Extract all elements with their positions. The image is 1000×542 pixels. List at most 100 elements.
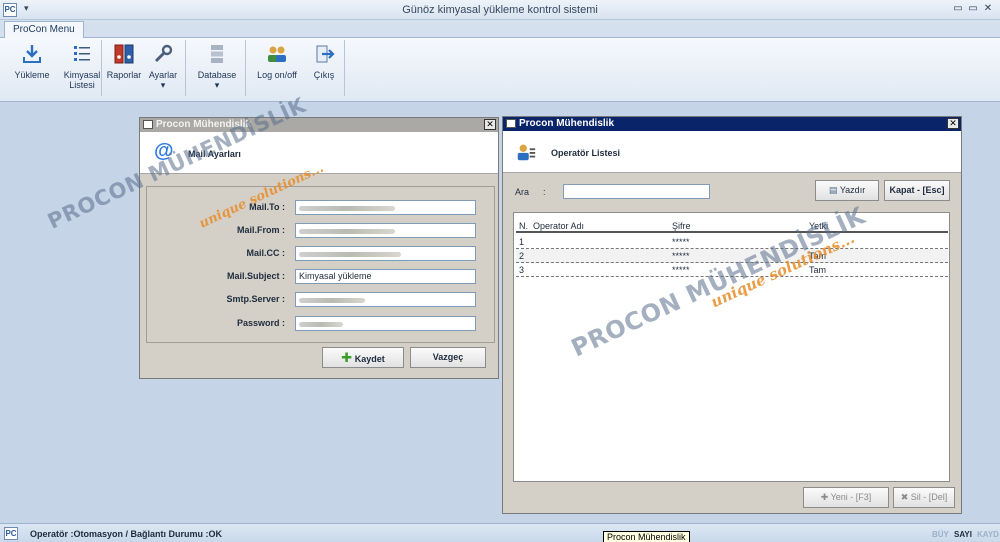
mail-settings-window: Procon Mühendislik ✕ @ Mail Ayarları Mai…: [139, 117, 499, 379]
mail-window-close-button[interactable]: ✕: [484, 119, 496, 130]
restore-button[interactable]: ▭: [967, 2, 979, 16]
ribbon-button-yukleme[interactable]: Yükleme: [14, 42, 50, 80]
mail-cc-label: Mail.CC :: [246, 248, 285, 258]
list-icon: [74, 46, 90, 61]
column-header-password[interactable]: Şifre: [672, 221, 691, 231]
chevron-down-icon: ▾: [160, 80, 166, 90]
row-number: 3: [519, 265, 525, 275]
ribbon: Yükleme Kimyasal Listesi Raporlar Ayarla…: [0, 38, 1000, 102]
ribbon-button-label: Database: [197, 70, 237, 80]
cancel-button[interactable]: Vazgeç: [410, 347, 486, 368]
tab-procon-menu[interactable]: ProCon Menu: [4, 21, 84, 39]
plus-icon: ✚: [820, 492, 829, 502]
table-row[interactable]: 1 *****: [516, 235, 948, 249]
mail-window-heading: Mail Ayarları: [188, 149, 241, 159]
ribbon-separator: [344, 40, 345, 96]
save-button-label: Kaydet: [354, 354, 385, 364]
row-password: *****: [672, 251, 690, 261]
search-input[interactable]: [563, 184, 710, 199]
redacted-value: [299, 322, 343, 327]
column-header-operator-name[interactable]: Operator Adı: [533, 221, 584, 231]
caps-indicator: BÜY: [932, 530, 949, 539]
smtp-server-label: Smtp.Server :: [226, 294, 285, 304]
close-list-button[interactable]: Kapat - [Esc]: [884, 180, 950, 201]
ribbon-separator: [101, 40, 102, 96]
window-title: Günöz kimyasal yükleme kontrol sistemi: [402, 4, 598, 16]
ribbon-button-log-on-off[interactable]: Log on/off: [254, 42, 300, 80]
mail-settings-form: Mail.To : Mail.From : Mail.CC : Mail.Sub…: [146, 186, 495, 343]
ribbon-button-raporlar[interactable]: Raporlar: [106, 42, 142, 80]
ribbon-separator: [245, 40, 246, 96]
close-window-button[interactable]: ✕: [982, 2, 994, 16]
minimize-button[interactable]: ▭: [952, 2, 964, 16]
delete-icon: ✖: [900, 492, 909, 502]
mail-from-input[interactable]: [295, 223, 476, 238]
status-text: Operatör :Otomasyon / Bağlantı Durumu :O…: [30, 529, 223, 539]
chevron-down-icon: ▾: [214, 80, 220, 90]
operator-window-heading: Operatör Listesi: [551, 148, 621, 158]
ribbon-button-database[interactable]: Database ▾: [196, 42, 238, 90]
ribbon-button-label: Kimyasal Listesi: [63, 70, 101, 90]
row-password: *****: [672, 265, 690, 275]
new-operator-button[interactable]: ✚ Yeni - [F3]: [803, 487, 889, 508]
printer-icon: ▤: [828, 185, 838, 195]
ribbon-tab-strip: ProCon Menu: [0, 20, 1000, 39]
password-label: Password :: [236, 318, 285, 328]
print-button[interactable]: ▤ Yazdır: [815, 180, 879, 201]
ribbon-button-label: Yükleme: [14, 70, 50, 80]
delete-button-label: Sil - [Del]: [910, 492, 948, 502]
user-list-icon: [517, 144, 536, 161]
row-role: Tam: [809, 265, 827, 275]
operator-window-title: Procon Mühendislik: [519, 118, 615, 129]
search-label: Ara: [515, 187, 530, 197]
mail-cc-input[interactable]: [295, 246, 476, 261]
row-number: 2: [519, 251, 525, 261]
status-bar: PC Operatör :Otomasyon / Bağlantı Durumu…: [0, 523, 1000, 542]
column-header-no[interactable]: N.: [519, 221, 528, 231]
save-button[interactable]: ✚ Kaydet: [322, 347, 404, 368]
delete-operator-button[interactable]: ✖ Sil - [Del]: [893, 487, 955, 508]
password-input[interactable]: [295, 316, 476, 331]
column-header-role[interactable]: Yetki: [809, 221, 828, 231]
binders-icon: [114, 44, 134, 64]
table-row[interactable]: 3 ***** Tam: [516, 263, 948, 277]
mail-to-input[interactable]: [295, 200, 476, 215]
operator-list-window: Procon Mühendislik ✕ Operatör Listesi Ar…: [502, 116, 962, 514]
redacted-value: [299, 206, 395, 211]
mail-to-label: Mail.To :: [249, 202, 285, 212]
row-number: 1: [519, 237, 525, 247]
mail-window-title: Procon Mühendislik: [156, 119, 252, 130]
ribbon-separator: [185, 40, 186, 96]
operator-window-close-button[interactable]: ✕: [947, 118, 959, 129]
num-indicator: SAYI: [954, 530, 972, 539]
print-button-label: Yazdır: [839, 185, 866, 195]
ribbon-button-cikis[interactable]: Çıkış: [310, 42, 338, 80]
redacted-value: [299, 252, 401, 257]
redacted-value: [299, 229, 395, 234]
row-password: *****: [672, 237, 690, 247]
ribbon-button-label: Ayarlar: [148, 70, 178, 80]
row-role: Tam: [809, 251, 827, 261]
scroll-indicator: KAYD: [977, 530, 999, 539]
operator-window-title-bar[interactable]: Procon Mühendislik ✕: [503, 117, 961, 131]
mail-subject-input[interactable]: Kimyasal yükleme: [295, 269, 476, 284]
title-bar: PC ▾ Günöz kimyasal yükleme kontrol sist…: [0, 0, 1000, 20]
mail-window-header: @ Mail Ayarları: [140, 132, 498, 174]
database-icon: [211, 45, 223, 63]
plus-icon: ✚: [341, 350, 353, 365]
ribbon-button-kimyasal-listesi[interactable]: Kimyasal Listesi: [62, 42, 102, 90]
app-logo-icon: PC: [4, 527, 18, 540]
ribbon-button-ayarlar[interactable]: Ayarlar ▾: [146, 42, 180, 90]
window-controls: ▭ ▭ ✕: [952, 2, 994, 16]
grid-header-row: N. Operator Adı Şifre Yetki: [516, 219, 948, 233]
mail-window-title-bar[interactable]: Procon Mühendislik ✕: [140, 118, 498, 132]
table-row[interactable]: 2 ***** Tam: [516, 249, 948, 263]
mail-subject-label: Mail.Subject :: [226, 271, 285, 281]
search-colon: :: [543, 187, 546, 197]
ribbon-button-label: Raporlar: [106, 70, 142, 80]
ribbon-button-label: Log on/off: [257, 70, 297, 80]
wrench-icon: [154, 44, 173, 63]
operator-window-header: Operatör Listesi: [503, 131, 961, 173]
smtp-server-input[interactable]: [295, 292, 476, 307]
new-button-label: Yeni - [F3]: [830, 492, 872, 502]
